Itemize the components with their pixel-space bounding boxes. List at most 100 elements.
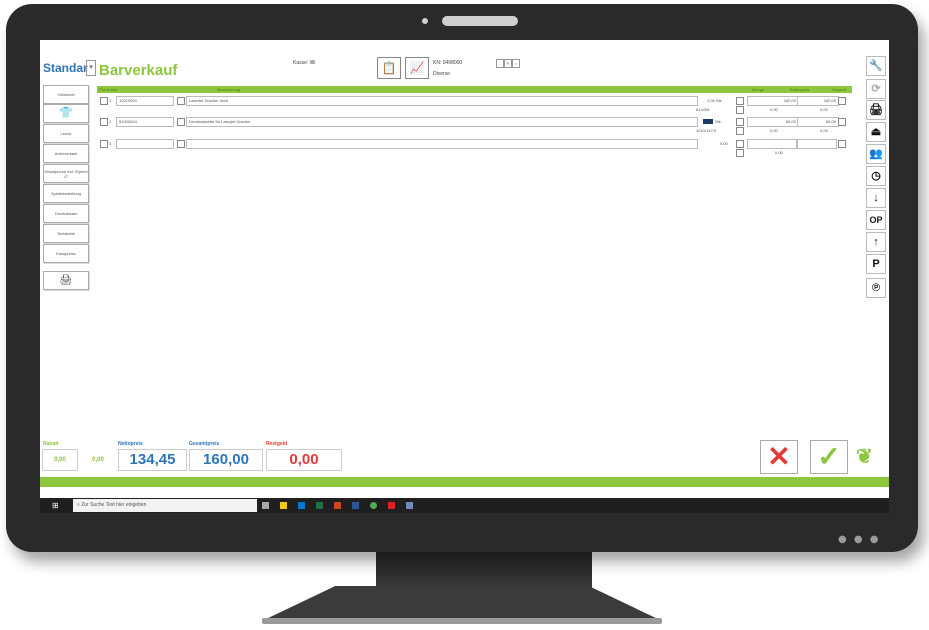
article-number-input[interactable] [116,139,174,149]
gesamt-value: 160,00 [189,449,263,471]
taskbar-search-input[interactable]: ⌕ Zur Suche Text hier eingeben [73,499,257,512]
customer-name: Diverse [433,71,450,77]
quantity-stepper[interactable] [736,118,744,126]
menu-item-label: Smartphone Ind. iSpeed LT [44,168,88,179]
menu-item-druckabsatz[interactable]: Druckabsatz [43,204,89,223]
restgeld-input[interactable]: 0,00 [266,449,342,471]
description-input[interactable]: Druckkassette für Laserjet Drucker [186,117,698,127]
gesamt-label: Gesamtpreis [189,441,220,447]
camera-slot [442,16,518,26]
acrobat-icon[interactable] [388,502,395,509]
row-pos: 1 [109,98,112,103]
menu-item-artenverkauf[interactable]: Artenverkauf [43,144,89,163]
customer-edit-button[interactable]: ✎ [504,59,512,68]
print-button[interactable]: 🖨 [866,100,886,120]
file-explorer-icon[interactable] [280,502,287,509]
total-value: 65,00 [797,117,839,127]
row-subinfo: 81/43/8 [696,107,710,112]
row-info-checkbox[interactable] [177,140,185,148]
quantity-stepper[interactable] [736,140,744,148]
rabatt-label: Rabatt [43,441,59,447]
excel-icon[interactable] [316,502,323,509]
row-action-button[interactable] [838,118,846,126]
refresh-button[interactable]: ⟳ [866,79,886,99]
row-info-checkbox[interactable] [177,118,185,126]
description-input[interactable] [186,139,698,149]
cancel-button[interactable]: ✕ [760,440,798,474]
printer-icon: 🖨 [59,275,73,286]
row-action-button[interactable] [838,140,846,148]
rabatt-input[interactable]: 0,00 [42,449,78,471]
chrome-icon[interactable] [370,502,377,509]
menu-item-lenze[interactable]: Lenze [43,124,89,143]
menu-item-smartphone[interactable]: Smartphone Ind. iSpeed LT [43,164,89,183]
status-bar [40,477,889,487]
product-image-icon [703,119,713,124]
monitor-led-dots: ● ● ● [838,534,881,545]
column-header-pos-artikel: Pos Artikel [99,87,118,92]
settings-key-button[interactable]: 🔧 [866,56,886,76]
park-button[interactable]: P [866,254,886,274]
row-sub-button[interactable] [736,106,744,114]
row-checkbox[interactable] [100,140,108,148]
app-icon[interactable] [406,502,413,509]
brand-logo-icon: ❦ [856,446,873,468]
row-info-checkbox[interactable] [177,97,185,105]
word-icon[interactable] [352,502,359,509]
history-button[interactable]: ◷ [866,166,886,186]
confirm-button[interactable]: ✓ [810,440,848,474]
users-icon: 👥 [869,148,883,160]
mode-dropdown-icon[interactable]: ▾ [86,60,96,76]
chart-button[interactable]: 📈 [405,57,429,79]
clipboard-button[interactable]: 📋 [377,57,401,79]
mode-selector-label[interactable]: Standar [43,61,88,75]
quantity-value: 0,00 [720,141,728,146]
clock-icon: ◷ [871,170,881,182]
op-button[interactable]: OP [866,210,886,230]
menu-item-printer[interactable]: 🖨 [43,271,89,290]
task-view-icon[interactable] [262,502,269,509]
price-input[interactable] [747,139,797,149]
trend-chart-icon: 📈 [409,61,425,75]
row-sub-button[interactable] [736,127,744,135]
article-number-input[interactable]: 10210000 [116,96,174,106]
menu-item-kasspreiss[interactable]: Kasspreiss [43,244,89,263]
row-sub-button[interactable] [736,149,744,157]
key-icon: 🔧 [869,60,883,72]
windows-taskbar: ⊞ ⌕ Zur Suche Text hier eingeben [40,498,889,513]
outlook-icon[interactable] [298,502,305,509]
search-placeholder: Zur Suche Text hier eingeben [81,502,147,508]
price-input[interactable]: 65,00 [747,117,799,127]
windows-start-icon[interactable]: ⊞ [52,502,60,510]
article-number-input[interactable]: 51000004 [116,117,174,127]
menu-item-spielbearbeitung[interactable]: Spielbearbeitung [43,184,89,203]
quantity-stepper[interactable] [736,97,744,105]
arrow-down-button[interactable]: ↓ [866,188,886,208]
monitor-stand-edge [262,618,662,624]
drawer-button[interactable]: ⏏ [866,122,886,142]
menu-item-textabelle[interactable]: Textabelle [43,224,89,243]
total-value [797,139,837,149]
column-header-einzelpreis: Bruttopreis [790,87,810,92]
unpark-button[interactable]: ℗ [866,278,886,298]
monitor-neck [376,552,592,588]
customers-button[interactable]: 👥 [866,144,886,164]
column-header-bezeichnung: Bezeichnung [217,87,241,92]
row-action-button[interactable] [838,97,846,105]
customer-clear-button[interactable]: × [512,59,520,68]
column-header-menge: Menge [752,87,765,92]
arrow-up-button[interactable]: ↑ [866,232,886,252]
menu-item-shirt[interactable]: 👕 [43,104,89,123]
row-checkbox[interactable] [100,97,108,105]
customer-search-button[interactable]: … [496,59,504,68]
menu-item-ostbeutel[interactable]: Ostbeutel [43,85,89,104]
row-pos: 2 [109,119,112,124]
app-screen: Standar ▾ Barverkauf Kasse: lilli 📋 📈 KN… [40,40,889,513]
price-input[interactable]: 160,00 [747,96,799,106]
clipboard-icon: 📋 [381,61,397,75]
row-checkbox[interactable] [100,118,108,126]
kasse-field: Kasse: lilli [293,60,315,66]
powerpoint-icon[interactable] [334,502,341,509]
description-input[interactable]: Lasertet Drucker 4cch [186,96,698,106]
monitor-stand [264,586,660,620]
